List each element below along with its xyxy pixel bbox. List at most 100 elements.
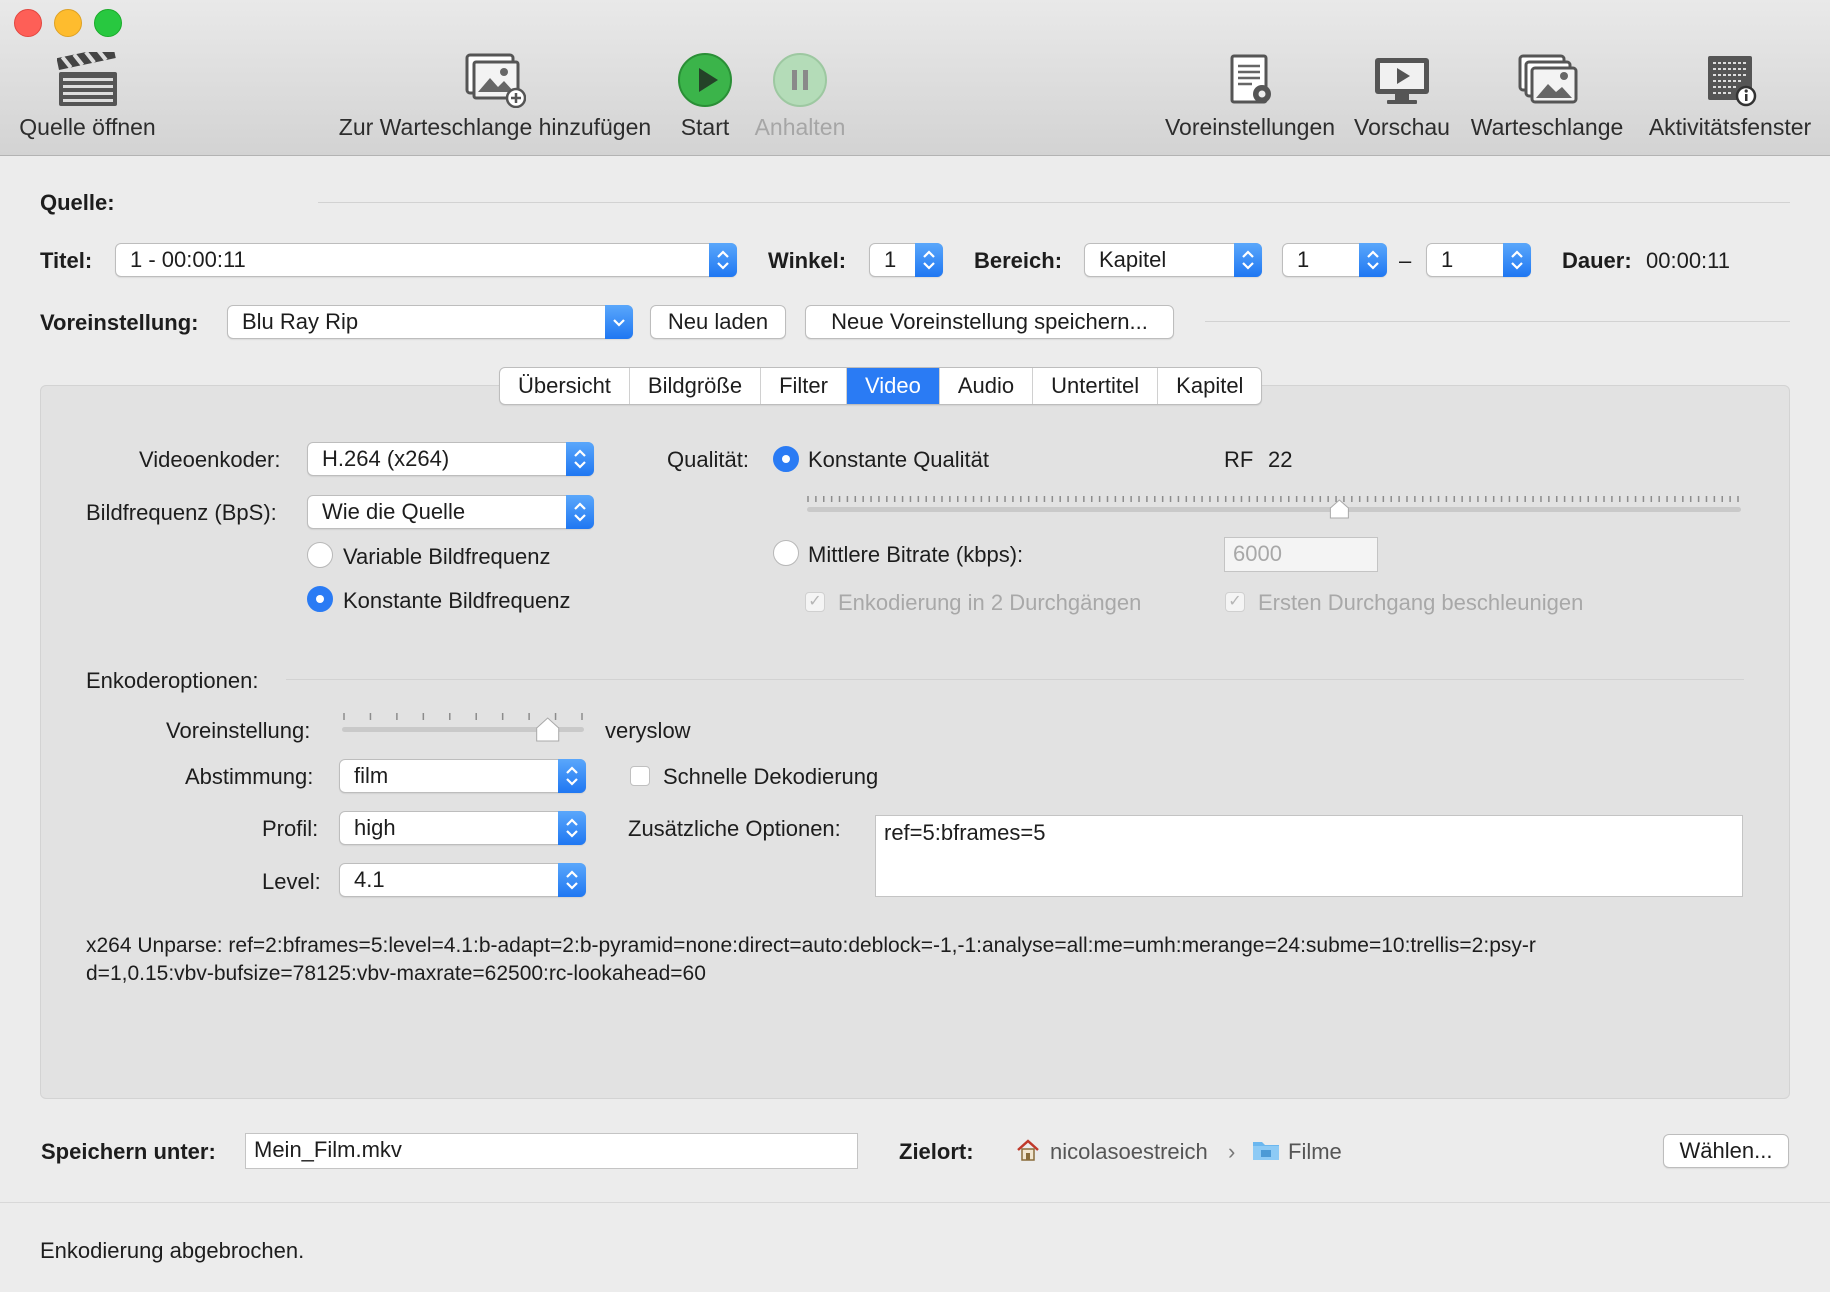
up-down-chevron-icon bbox=[923, 250, 935, 270]
encoder-preset-label: Voreinstellung: bbox=[166, 718, 311, 743]
tab-audio[interactable]: Audio bbox=[940, 368, 1034, 404]
range-type-value: Kapitel bbox=[1099, 247, 1167, 272]
up-down-chevron-icon bbox=[1367, 250, 1379, 270]
tab-overview[interactable]: Übersicht bbox=[500, 368, 630, 404]
fast-decode-label: Schnelle Dekodierung bbox=[663, 764, 879, 789]
up-down-chevron-icon bbox=[1242, 250, 1254, 270]
tab-chapters[interactable]: Kapitel bbox=[1158, 368, 1261, 404]
open-source-button[interactable]: Quelle öffnen bbox=[10, 52, 165, 141]
constant-quality-radio[interactable] bbox=[773, 446, 799, 472]
range-to-popup[interactable]: 1 bbox=[1426, 243, 1531, 277]
range-from-popup[interactable]: 1 bbox=[1282, 243, 1387, 277]
source-label: Quelle: bbox=[40, 190, 115, 215]
status-text: Enkodierung abgebrochen. bbox=[40, 1238, 305, 1263]
tune-stepper bbox=[558, 759, 586, 793]
save-new-preset-button[interactable]: Neue Voreinstellung speichern... bbox=[805, 305, 1174, 339]
start-label: Start bbox=[680, 114, 730, 140]
path-home[interactable]: nicolasoestreich bbox=[1050, 1139, 1208, 1165]
fast-decode-checkbox[interactable] bbox=[630, 766, 650, 786]
average-bitrate-radio[interactable] bbox=[773, 540, 799, 566]
queue-button[interactable]: Warteschlange bbox=[1462, 52, 1632, 141]
close-window-button[interactable] bbox=[14, 9, 42, 37]
two-pass-checkbox[interactable]: ✓ bbox=[805, 592, 825, 612]
tab-filter[interactable]: Filter bbox=[761, 368, 847, 404]
preset-divider bbox=[1205, 321, 1790, 322]
x264-unparse-text: x264 Unparse: ref=2:bframes=5:level=4.1:… bbox=[86, 932, 1536, 988]
preview-button[interactable]: Vorschau bbox=[1352, 52, 1452, 141]
preset-label: Voreinstellung: bbox=[40, 310, 199, 335]
status-divider bbox=[0, 1202, 1830, 1203]
pause-button[interactable]: Anhalten bbox=[750, 52, 850, 141]
range-type-stepper bbox=[1234, 243, 1262, 277]
up-down-chevron-icon bbox=[566, 818, 578, 838]
queue-label: Warteschlange bbox=[1470, 114, 1624, 140]
zoom-window-button[interactable] bbox=[94, 9, 122, 37]
turbo-first-pass-label: Ersten Durchgang beschleunigen bbox=[1258, 590, 1584, 615]
framerate-stepper bbox=[566, 495, 594, 529]
start-button[interactable]: Start bbox=[670, 52, 740, 141]
average-bitrate-label: Mittlere Bitrate (kbps): bbox=[808, 542, 1024, 567]
quality-slider-knob bbox=[1329, 499, 1349, 519]
reload-button[interactable]: Neu laden bbox=[650, 305, 786, 339]
encoder-options-header: Enkoderoptionen: bbox=[86, 668, 259, 693]
variable-framerate-label: Variable Bildfrequenz bbox=[343, 544, 551, 569]
up-down-chevron-icon bbox=[566, 870, 578, 890]
encoder-preset-slider[interactable] bbox=[340, 708, 586, 744]
monitor-play-icon bbox=[1375, 58, 1429, 104]
tab-subtitles[interactable]: Untertitel bbox=[1033, 368, 1159, 404]
level-popup[interactable]: 4.1 bbox=[339, 863, 586, 897]
encoder-popup[interactable]: H.264 (x264) bbox=[307, 442, 594, 476]
up-down-chevron-icon bbox=[566, 766, 578, 786]
preset-popup[interactable]: Blu Ray Rip bbox=[227, 305, 633, 339]
angle-stepper bbox=[915, 243, 943, 277]
profile-stepper bbox=[558, 811, 586, 845]
tune-popup[interactable]: film bbox=[339, 759, 586, 793]
choose-destination-button[interactable]: Wählen... bbox=[1663, 1134, 1789, 1168]
path-folder[interactable]: Filme bbox=[1288, 1139, 1342, 1165]
framerate-value: Wie die Quelle bbox=[322, 499, 466, 524]
activity-window-button[interactable]: Aktivitätsfenster bbox=[1640, 52, 1820, 141]
image-stack-icon bbox=[1518, 54, 1578, 104]
document-gear-icon bbox=[1230, 54, 1271, 104]
extra-options-textarea[interactable]: ref=5:bframes=5 bbox=[875, 815, 1743, 897]
title-label: Titel: bbox=[40, 248, 93, 273]
angle-popup[interactable]: 1 bbox=[869, 243, 943, 277]
presets-label: Voreinstellungen bbox=[1164, 114, 1336, 140]
range-to-value: 1 bbox=[1441, 247, 1454, 272]
quality-slider[interactable] bbox=[805, 490, 1743, 520]
profile-popup[interactable]: high bbox=[339, 811, 586, 845]
duration-value: 00:00:11 bbox=[1646, 248, 1731, 273]
up-down-chevron-icon bbox=[1511, 250, 1523, 270]
level-label: Level: bbox=[262, 869, 321, 894]
bitrate-input[interactable]: 6000 bbox=[1224, 537, 1378, 572]
title-value: 1 - 00:00:11 bbox=[130, 247, 246, 272]
rf-value: 22 bbox=[1268, 447, 1293, 472]
constant-framerate-radio[interactable] bbox=[307, 586, 333, 612]
tab-picture-size[interactable]: Bildgröße bbox=[630, 368, 762, 404]
add-image-icon bbox=[465, 53, 526, 108]
range-to-stepper bbox=[1503, 243, 1531, 277]
turbo-first-pass-checkbox[interactable]: ✓ bbox=[1225, 592, 1245, 612]
toolbar: Quelle öffnen Zur Warteschlange hinzufüg… bbox=[0, 0, 1830, 156]
duration-label: Dauer: bbox=[1562, 248, 1632, 273]
preset-value: Blu Ray Rip bbox=[242, 309, 359, 334]
tune-value: film bbox=[354, 763, 389, 788]
source-divider bbox=[318, 202, 1790, 203]
minimize-window-button[interactable] bbox=[54, 9, 82, 37]
level-value: 4.1 bbox=[354, 867, 385, 892]
profile-label: Profil: bbox=[262, 816, 319, 841]
range-type-popup[interactable]: Kapitel bbox=[1084, 243, 1262, 277]
framerate-popup[interactable]: Wie die Quelle bbox=[307, 495, 594, 529]
filename-input[interactable]: Mein_Film.mkv bbox=[245, 1133, 858, 1169]
encoder-preset-value: veryslow bbox=[605, 718, 691, 743]
presets-button[interactable]: Voreinstellungen bbox=[1160, 52, 1340, 141]
encoder-label: Videoenkoder: bbox=[139, 447, 281, 472]
encoder-preset-slider-knob bbox=[536, 717, 560, 742]
title-popup[interactable]: 1 - 00:00:11 bbox=[115, 243, 737, 277]
add-to-queue-button[interactable]: Zur Warteschlange hinzufügen bbox=[330, 52, 660, 141]
up-down-chevron-icon bbox=[717, 250, 729, 270]
variable-framerate-radio[interactable] bbox=[307, 542, 333, 568]
range-label: Bereich: bbox=[974, 248, 1063, 273]
activity-window-label: Aktivitätsfenster bbox=[1648, 114, 1812, 140]
tab-video[interactable]: Video bbox=[846, 368, 940, 404]
